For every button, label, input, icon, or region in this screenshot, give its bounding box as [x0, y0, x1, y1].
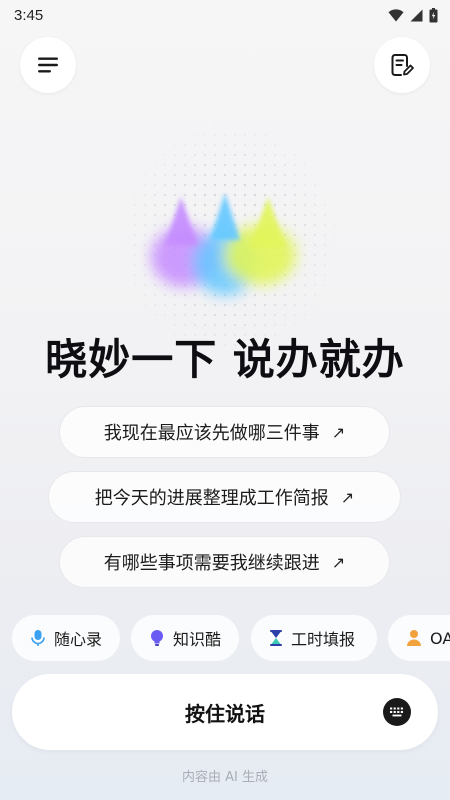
menu-button[interactable]: [20, 37, 76, 93]
notes-button[interactable]: [374, 37, 430, 93]
shortcut-chip-zhishiku[interactable]: 知识酷: [131, 615, 239, 661]
prompt-text: 我现在最应该先做哪三件事: [103, 423, 320, 444]
chip-label: 工时填报: [291, 630, 356, 649]
ai-disclaimer: 内容由 AI 生成: [182, 770, 268, 785]
prompt-suggestion[interactable]: 我现在最应该先做哪三件事 ↗: [59, 406, 390, 458]
status-bar: 3:45: [0, 0, 450, 30]
arrow-up-right-icon: ↗: [331, 552, 346, 572]
wifi-icon: [388, 8, 404, 21]
keyboard-toggle-button[interactable]: [383, 698, 411, 726]
push-to-talk-button[interactable]: 按住说话: [12, 674, 438, 750]
menu-icon: [38, 57, 58, 73]
prompt-text: 把今天的进展整理成工作简报: [94, 488, 329, 509]
person-icon: [407, 630, 421, 646]
app-logo: [151, 193, 296, 295]
arrow-up-right-icon: ↗: [340, 487, 355, 507]
cellular-signal-icon: [410, 9, 423, 21]
status-icons: [388, 7, 438, 23]
hourglass-icon: [270, 630, 282, 646]
prompt-suggestion[interactable]: 把今天的进展整理成工作简报 ↗: [48, 471, 401, 523]
shortcut-chip-row[interactable]: 随心录 知识酷 工时填报 OA: [0, 615, 450, 663]
status-time: 3:45: [14, 6, 44, 24]
shortcut-chip-gongshi[interactable]: 工时填报: [251, 615, 377, 661]
chip-label: 知识酷: [173, 630, 222, 649]
arrow-up-right-icon: ↗: [331, 422, 346, 442]
shortcut-chip-oa[interactable]: OA: [388, 615, 450, 661]
chip-label: OA: [430, 628, 450, 648]
microphone-icon: [31, 630, 45, 646]
push-to-talk-label: 按住说话: [185, 701, 265, 726]
chip-label: 随心录: [54, 630, 103, 649]
notes-edit-icon: [391, 54, 414, 76]
battery-icon: [429, 7, 438, 22]
keyboard-icon: [390, 707, 403, 717]
prompt-text: 有哪些事项需要我继续跟进: [103, 553, 320, 574]
headline: 晓妙一下 说办就办: [45, 335, 405, 384]
shortcut-chip-suixinlu[interactable]: 随心录: [12, 615, 120, 661]
prompt-suggestion[interactable]: 有哪些事项需要我继续跟进 ↗: [59, 536, 390, 588]
lightbulb-icon: [151, 630, 163, 646]
